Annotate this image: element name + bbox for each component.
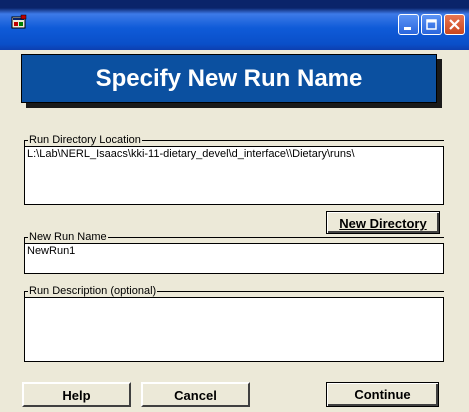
run-directory-label: Run Directory Location: [28, 134, 142, 146]
new-run-name-input[interactable]: NewRun1: [24, 243, 444, 274]
app-icon[interactable]: [11, 14, 27, 30]
new-run-name-label: New Run Name: [28, 231, 108, 243]
new-directory-button[interactable]: New Directory: [326, 211, 440, 234]
run-description-textarea[interactable]: [24, 297, 444, 362]
cancel-button[interactable]: Cancel: [141, 382, 250, 407]
help-button[interactable]: Help: [22, 382, 131, 407]
dialog-heading-text: Specify New Run Name: [95, 65, 363, 92]
run-directory-field[interactable]: L:\Lab\NERL_Isaacs\kki-11-dietary_devel\…: [24, 146, 444, 205]
title-bar[interactable]: [0, 0, 469, 50]
continue-button[interactable]: Continue: [326, 382, 439, 407]
maximize-icon: [426, 19, 437, 30]
close-button[interactable]: [444, 14, 465, 35]
minimize-icon: [404, 27, 411, 30]
close-icon: [449, 19, 460, 30]
dialog-heading: Specify New Run Name: [21, 54, 437, 103]
maximize-button[interactable]: [421, 14, 442, 35]
run-description-label: Run Description (optional): [28, 285, 158, 297]
minimize-button[interactable]: [398, 14, 419, 35]
dialog-window: Specify New Run Name Run Directory Locat…: [0, 0, 469, 412]
